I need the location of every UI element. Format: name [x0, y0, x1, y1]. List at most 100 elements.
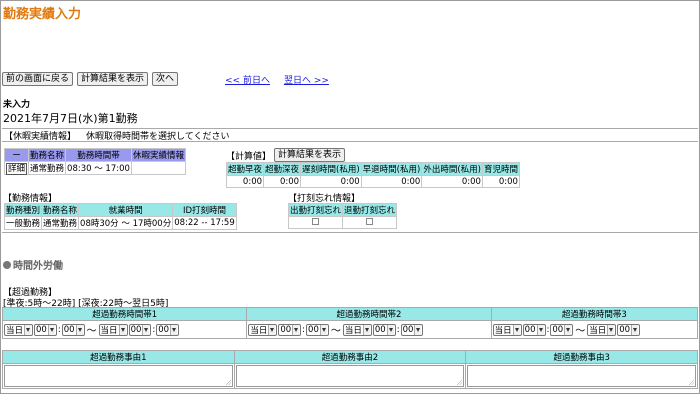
range-tilde: 〜	[330, 326, 341, 337]
band2-start-hour-select[interactable]: 00	[278, 323, 302, 336]
leave-header-dash: ー	[3, 148, 30, 162]
calc-header-outing: 外出時間(私用)	[421, 162, 483, 176]
chevron-down-icon	[607, 324, 615, 335]
calc-result-button[interactable]: 計算結果を表示	[77, 72, 149, 86]
calc-value-early-leave: 0:00	[360, 175, 423, 188]
page-title: 勤務実績入力	[3, 7, 82, 22]
calc-value-outing: 0:00	[421, 175, 483, 188]
chevron-down-icon	[75, 324, 83, 335]
reason-header-3: 超過勤務事由3	[465, 350, 698, 364]
overtime-table: 超過勤務時間帯1 超過勤務時間帯2 超過勤務時間帯3 当日 00: 00 〜 当…	[1, 307, 699, 339]
stamp-out-checkbox[interactable]	[366, 217, 374, 225]
band2-end-day-select[interactable]: 当日	[342, 323, 372, 336]
band1-start-hour-select[interactable]: 00	[34, 323, 57, 336]
table-row: 詳細 通常勤務 08:30 〜 17:00	[3, 161, 186, 175]
overtime-section-title: 時間外労働	[3, 257, 63, 272]
band-cell-3: 当日 00: 00 〜 当日 00	[490, 320, 699, 339]
table-row	[2, 363, 698, 389]
leave-header-name: 勤務名称	[28, 148, 67, 162]
detail-link[interactable]: 詳細	[6, 163, 28, 175]
calc-header-tardy: 遅刻時間(私用)	[300, 162, 362, 176]
calc-header-childcare: 育児時間	[481, 162, 520, 176]
calc-label: 【計算値】	[226, 151, 272, 162]
band-header-2: 超過勤務時間帯2	[246, 307, 492, 321]
range-tilde: 〜	[575, 326, 586, 337]
band1-end-day-select[interactable]: 当日	[98, 323, 128, 336]
calc-value-tardy: 0:00	[300, 175, 362, 188]
band3-end-hour-select[interactable]: 00	[617, 323, 641, 336]
work-header-hours: 就業時間	[78, 203, 174, 217]
calc-header-early-leave: 早退時間(私用)	[360, 162, 423, 176]
band2-start-minute-select[interactable]: 00	[306, 323, 329, 336]
band-header-3: 超過勤務時間帯3	[490, 307, 699, 321]
leave-row-info	[130, 161, 186, 175]
overtime-title-text: 時間外労働	[13, 261, 63, 272]
chevron-down-icon	[386, 324, 394, 335]
next-button[interactable]: 次へ	[152, 72, 179, 86]
chevron-down-icon	[564, 324, 572, 335]
band-cell-2: 当日 00: 00 〜 当日 00: 00	[246, 320, 492, 339]
toolbar: 前の画面に戻る 計算結果を表示 次へ	[2, 72, 179, 86]
work-row-hours: 08時30分 〜 17時00分	[78, 216, 174, 230]
leave-row-time: 08:30 〜 17:00	[65, 161, 132, 175]
chevron-down-icon	[292, 324, 300, 335]
leave-instruction: 休暇取得時間帯を選択してください	[86, 131, 230, 142]
work-header-name: 勤務名称	[41, 203, 80, 217]
band1-end-minute-select[interactable]: 00	[156, 323, 180, 336]
reason-header-2: 超過勤務事由2	[233, 350, 467, 364]
chevron-down-icon	[47, 324, 55, 335]
work-header-type: 勤務種別	[3, 203, 43, 217]
band1-start-minute-select[interactable]: 00	[61, 323, 85, 336]
leave-header-time: 勤務時間帯	[65, 148, 132, 162]
stamp-header-in: 出勤打刻忘れ	[287, 203, 344, 217]
reason-2-textarea[interactable]	[235, 365, 465, 387]
band-header-1: 超過勤務時間帯1	[1, 307, 248, 321]
calc-value-early: 0:00	[225, 175, 265, 188]
leave-section-bar: 【休暇実績情報】 休暇取得時間帯を選択してください	[2, 128, 698, 142]
leave-table: ー 勤務名称 勤務時間帯 休暇実績情報 詳細 通常勤務 08:30 〜 17:0…	[3, 148, 186, 175]
calc-bar: 【計算値】 計算結果を表示	[226, 148, 346, 162]
band2-end-hour-select[interactable]: 00	[372, 323, 396, 336]
leave-header-info: 休暇実績情報	[130, 148, 186, 162]
next-day-link[interactable]: 翌日へ >>	[284, 73, 329, 86]
chevron-down-icon	[142, 324, 150, 335]
calc-inline-button[interactable]: 計算結果を表示	[274, 148, 346, 162]
back-button[interactable]: 前の画面に戻る	[2, 72, 74, 86]
chevron-down-icon	[268, 324, 276, 335]
band1-start-day-select[interactable]: 当日	[4, 323, 34, 336]
prev-day-link[interactable]: << 前日へ	[225, 73, 270, 86]
reason-3-textarea[interactable]	[467, 365, 696, 387]
work-row-name: 通常勤務	[41, 216, 80, 230]
band3-end-day-select[interactable]: 当日	[587, 323, 617, 336]
range-tilde: 〜	[86, 326, 97, 337]
leave-row-name: 通常勤務	[28, 161, 67, 175]
stamp-in-checkbox[interactable]	[312, 217, 319, 225]
chevron-down-icon	[362, 324, 370, 335]
chevron-down-icon	[414, 324, 422, 335]
work-row-id-time: 08:22 -- 17:59	[172, 216, 237, 230]
band3-start-minute-select[interactable]: 00	[550, 323, 574, 336]
calc-value-childcare: 0:00	[481, 175, 520, 188]
band1-end-hour-select[interactable]: 00	[128, 323, 152, 336]
chevron-down-icon	[319, 324, 327, 335]
bullet-icon	[3, 260, 11, 269]
band2-end-minute-select[interactable]: 00	[400, 323, 424, 336]
work-table: 勤務種別 勤務名称 就業時間 ID打刻時間 一般勤務 通常勤務 08時30分 〜…	[3, 203, 237, 230]
reason-header-1: 超過勤務事由1	[2, 350, 235, 364]
work-row-type: 一般勤務	[3, 216, 43, 230]
day-navigation: << 前日へ 翌日へ >>	[225, 73, 329, 86]
stamp-header-out: 退勤打刻忘れ	[342, 203, 398, 217]
calc-table: 超勤早夜 超勤深夜 遅刻時間(私用) 早退時間(私用) 外出時間(私用) 育児時…	[225, 162, 520, 188]
calc-header-early: 超勤早夜	[225, 162, 265, 176]
band-cell-1: 当日 00: 00 〜 当日 00: 00	[1, 320, 248, 339]
divider	[2, 232, 698, 233]
work-header-id-time: ID打刻時間	[172, 203, 237, 217]
stamp-table: 出勤打刻忘れ 退勤打刻忘れ	[287, 203, 398, 229]
band3-start-day-select[interactable]: 当日	[492, 323, 522, 336]
reason-1-textarea[interactable]	[4, 365, 233, 387]
table-row	[287, 216, 398, 229]
band3-start-hour-select[interactable]: 00	[522, 323, 546, 336]
calc-value-late-night: 0:00	[263, 175, 302, 188]
band2-start-day-select[interactable]: 当日	[248, 323, 278, 336]
chevron-down-icon	[512, 324, 520, 335]
